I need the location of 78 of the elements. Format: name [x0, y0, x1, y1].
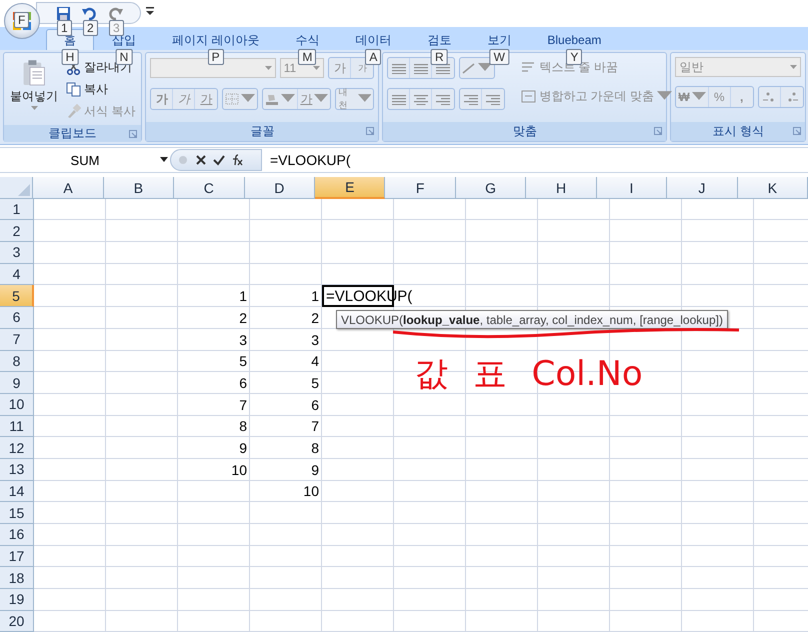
row-header[interactable]: 13	[0, 458, 34, 481]
row-header[interactable]: 2	[0, 220, 34, 242]
keytip-tooltip: H	[62, 49, 78, 65]
group-title: 맞춤	[512, 123, 537, 140]
column-header[interactable]: J	[667, 177, 738, 199]
column-header[interactable]: K	[738, 177, 808, 199]
keytip-tooltip: M	[298, 49, 316, 65]
column-header[interactable]: C	[174, 177, 245, 199]
table-cell[interactable]: 2	[178, 307, 250, 329]
ribbon-tab[interactable]: 페이지 레이아웃	[154, 29, 278, 50]
table-cell[interactable]: 2	[250, 307, 322, 329]
group-title: 표시 형식	[712, 123, 764, 140]
table-cell[interactable]: 7	[250, 416, 322, 438]
table-cell[interactable]: 5	[250, 372, 322, 394]
row-header[interactable]: 15	[0, 502, 34, 524]
table-cell[interactable]: 10	[250, 480, 322, 502]
table-cell[interactable]: 8	[178, 416, 250, 438]
row-header[interactable]: 17	[0, 546, 34, 568]
table-cell[interactable]: 1	[178, 285, 250, 308]
keytip-tooltip: Y	[566, 49, 582, 65]
row-header[interactable]: 12	[0, 437, 34, 459]
column-header[interactable]: F	[385, 177, 456, 199]
table-cell[interactable]: 4	[250, 350, 322, 372]
column-header[interactable]: H	[526, 177, 597, 199]
keytip-tooltip: P	[208, 49, 224, 65]
table-cell[interactable]: 1	[250, 285, 322, 308]
row-header[interactable]: 10	[0, 394, 34, 416]
keytip-tooltip: 3	[109, 20, 124, 36]
table-cell[interactable]: 5	[178, 350, 250, 372]
row-header[interactable]: 6	[0, 307, 34, 329]
ribbon-tab[interactable]: Bluebeam	[529, 29, 620, 50]
keytip-tooltip: N	[116, 49, 132, 65]
table-cell[interactable]: 9	[250, 458, 322, 481]
table-cell[interactable]: 7	[178, 394, 250, 416]
column-header[interactable]: G	[456, 177, 526, 199]
table-cell[interactable]: 10	[178, 458, 250, 481]
row-header[interactable]: 4	[0, 264, 34, 286]
row-header[interactable]: 3	[0, 242, 34, 264]
table-cell[interactable]: 8	[250, 437, 322, 459]
copy-button[interactable]: 복사	[64, 79, 138, 99]
keytip-tooltip: F	[14, 12, 30, 28]
keytip-tooltip: 1	[57, 20, 72, 36]
group-title: 클립보드	[48, 125, 97, 142]
function-tooltip: VLOOKUP(lookup_value, table_array, col_index_num, [range_lookup])	[336, 310, 728, 329]
row-header[interactable]: 18	[0, 567, 34, 590]
ribbon-tab[interactable]: 데이터	[337, 29, 410, 50]
ribbon-tab[interactable]: 보기	[469, 29, 530, 50]
row-header[interactable]: 7	[0, 328, 34, 350]
ribbon-tab[interactable]: 검토	[409, 29, 470, 50]
keytip-tooltip: 2	[83, 20, 98, 36]
row-header[interactable]: 11	[0, 416, 34, 438]
row-header[interactable]: 20	[0, 610, 34, 632]
column-header[interactable]: E	[315, 177, 386, 199]
table-cell[interactable]: 9	[178, 437, 250, 459]
paste-button[interactable]: 붙여넣기	[8, 57, 60, 121]
group-title: 글꼴	[250, 123, 274, 140]
formula-text[interactable]: =VLOOKUP(	[262, 152, 351, 168]
handwritten-note: 값 표 Col.No	[414, 353, 643, 396]
keytip-tooltip: A	[365, 49, 382, 65]
row-header[interactable]: 5	[0, 285, 34, 308]
row-header[interactable]: 1	[0, 198, 34, 220]
row-header[interactable]: 19	[0, 589, 34, 611]
column-header[interactable]: D	[244, 177, 316, 199]
table-cell[interactable]: 6	[250, 394, 322, 416]
row-header[interactable]: 9	[0, 372, 34, 394]
row-header[interactable]: 8	[0, 350, 34, 372]
name-box[interactable]: SUM	[0, 149, 170, 171]
row-header[interactable]: 16	[0, 524, 34, 546]
keytip-tooltip: W	[490, 49, 509, 65]
row-header[interactable]: 14	[0, 480, 34, 502]
table-cell[interactable]: 3	[178, 328, 250, 350]
column-header[interactable]: B	[104, 177, 174, 199]
table-cell[interactable]: 6	[178, 372, 250, 394]
ribbon-tab[interactable]: 수식	[277, 29, 338, 50]
keytip-tooltip: R	[431, 49, 448, 65]
column-header[interactable]: I	[596, 177, 668, 199]
column-header[interactable]: A	[33, 177, 104, 199]
table-cell[interactable]: 3	[250, 328, 322, 350]
